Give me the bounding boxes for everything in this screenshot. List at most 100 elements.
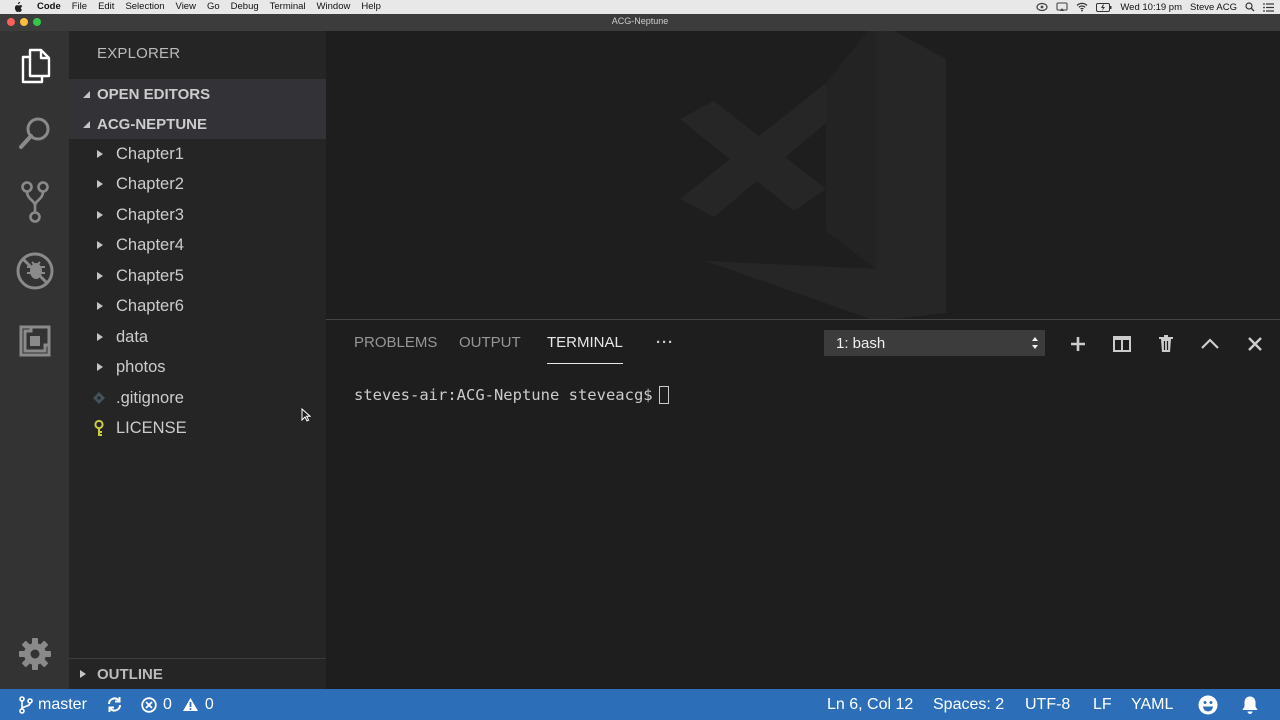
chevron-right-icon xyxy=(97,211,103,219)
tree-folder-photos[interactable]: photos xyxy=(69,352,326,382)
license-key-icon xyxy=(91,419,107,436)
project-folder-header[interactable]: ACG-NEPTUNE xyxy=(69,109,326,139)
notification-center-icon[interactable] xyxy=(1263,2,1274,12)
terminal-cursor xyxy=(658,386,669,404)
spotlight-search-icon[interactable] xyxy=(1245,2,1255,12)
feedback-button[interactable] xyxy=(1198,689,1218,720)
menu-go[interactable]: Go xyxy=(207,0,220,14)
window-title-bar: ACG-Neptune xyxy=(0,14,1280,31)
warning-count: 0 xyxy=(204,695,214,713)
select-arrows-icon xyxy=(1032,337,1038,349)
activity-source-control[interactable] xyxy=(0,173,69,231)
close-panel-button[interactable] xyxy=(1244,333,1266,355)
open-editors-header[interactable]: OPEN EDITORS xyxy=(69,79,326,109)
activity-manage[interactable] xyxy=(0,625,69,683)
folder-label: Chapter4 xyxy=(116,235,184,254)
files-icon xyxy=(19,48,51,84)
vscode-logo-watermark-icon xyxy=(680,31,946,321)
tab-problems[interactable]: PROBLEMS xyxy=(354,334,437,364)
tree-folder-chapter3[interactable]: Chapter3 xyxy=(69,200,326,230)
editor-area[interactable] xyxy=(326,31,1280,321)
split-pane-icon xyxy=(1113,336,1131,352)
menu-view[interactable]: View xyxy=(176,0,196,14)
tree-folder-chapter6[interactable]: Chapter6 xyxy=(69,291,326,321)
project-folder-label: ACG-NEPTUNE xyxy=(97,115,208,133)
maximize-panel-button[interactable] xyxy=(1199,333,1221,355)
apple-menu-icon[interactable] xyxy=(13,1,23,13)
source-control-icon xyxy=(20,180,50,224)
eol-status[interactable]: LF xyxy=(1093,689,1112,720)
wifi-icon[interactable] xyxy=(1076,2,1088,12)
tab-terminal[interactable]: TERMINAL xyxy=(547,334,623,364)
airplay-icon[interactable] xyxy=(1056,2,1068,12)
folder-label: Chapter3 xyxy=(116,205,184,224)
tree-file-gitignore[interactable]: .gitignore xyxy=(69,383,326,413)
menubar-user[interactable]: Steve ACG xyxy=(1190,2,1237,13)
menu-app-code[interactable]: Code xyxy=(37,0,61,14)
smiley-icon xyxy=(1198,695,1218,714)
tree-folder-chapter1[interactable]: Chapter1 xyxy=(69,139,326,169)
trash-icon xyxy=(1159,335,1173,352)
activity-search[interactable] xyxy=(0,104,69,162)
error-icon xyxy=(141,696,157,713)
menu-edit[interactable]: Edit xyxy=(98,0,114,14)
branch-name: master xyxy=(38,695,87,713)
encoding-status[interactable]: UTF-8 xyxy=(1025,689,1070,720)
menu-terminal[interactable]: Terminal xyxy=(270,0,306,14)
sync-button[interactable] xyxy=(106,689,123,720)
search-icon xyxy=(18,116,52,150)
activity-explorer[interactable] xyxy=(0,37,69,95)
file-label: .gitignore xyxy=(116,388,184,407)
git-file-icon xyxy=(91,390,107,406)
bell-icon xyxy=(1242,696,1258,714)
new-terminal-button[interactable] xyxy=(1067,333,1089,355)
folder-label: photos xyxy=(116,357,166,376)
menu-selection[interactable]: Selection xyxy=(125,0,164,14)
tree-folder-chapter5[interactable]: Chapter5 xyxy=(69,261,326,291)
creative-cloud-icon[interactable] xyxy=(1036,2,1048,12)
menu-help[interactable]: Help xyxy=(361,0,381,14)
plus-icon xyxy=(1071,337,1085,351)
terminal-select[interactable]: 1: bash xyxy=(824,330,1045,356)
terminal-output[interactable]: steves-air:ACG-Neptune steveacg$ xyxy=(354,386,669,404)
tree-file-license[interactable]: LICENSE xyxy=(69,413,326,443)
chevron-right-icon xyxy=(97,272,103,280)
battery-icon[interactable] xyxy=(1096,2,1112,12)
macos-menu-bar: Code File Edit Selection View Go Debug T… xyxy=(0,0,1280,14)
more-actions-icon[interactable]: ··· xyxy=(656,334,674,364)
cursor-position[interactable]: Ln 6, Col 12 xyxy=(827,689,913,720)
notifications-button[interactable] xyxy=(1241,689,1259,720)
folder-label: data xyxy=(116,327,149,346)
chevron-right-icon xyxy=(97,363,103,371)
extensions-icon xyxy=(18,324,52,358)
explorer-title: EXPLORER xyxy=(97,45,181,62)
activity-extensions[interactable] xyxy=(0,312,69,370)
folder-label: Chapter2 xyxy=(116,174,184,193)
outline-header[interactable]: OUTLINE xyxy=(69,659,326,689)
activity-debug[interactable] xyxy=(0,242,69,300)
menu-window[interactable]: Window xyxy=(317,0,351,14)
close-icon xyxy=(1248,337,1262,351)
chevron-right-icon xyxy=(97,150,103,158)
menubar-clock[interactable]: Wed 10:19 pm xyxy=(1120,2,1182,13)
kill-terminal-button[interactable] xyxy=(1155,333,1177,355)
tab-output[interactable]: OUTPUT xyxy=(459,334,521,364)
tree-folder-data[interactable]: data xyxy=(69,322,326,352)
sync-icon xyxy=(107,697,122,712)
warning-icon xyxy=(182,698,198,711)
menu-file[interactable]: File xyxy=(72,0,87,14)
explorer-sidebar: EXPLORER OPEN EDITORS ACG-NEPTUNE Chapte… xyxy=(69,31,326,689)
menu-debug[interactable]: Debug xyxy=(231,0,259,14)
gear-icon xyxy=(18,637,52,671)
debug-icon xyxy=(15,251,55,291)
chevron-right-icon xyxy=(97,180,103,188)
tree-folder-chapter2[interactable]: Chapter2 xyxy=(69,169,326,199)
tree-folder-chapter4[interactable]: Chapter4 xyxy=(69,230,326,260)
language-mode[interactable]: YAML xyxy=(1131,689,1173,720)
indentation-status[interactable]: Spaces: 2 xyxy=(933,689,1004,720)
branch-status[interactable]: master xyxy=(19,689,87,720)
window-title: ACG-Neptune xyxy=(611,16,669,26)
problems-status[interactable]: 0 0 xyxy=(141,689,214,720)
folder-label: Chapter6 xyxy=(116,296,184,315)
split-terminal-button[interactable] xyxy=(1111,333,1133,355)
